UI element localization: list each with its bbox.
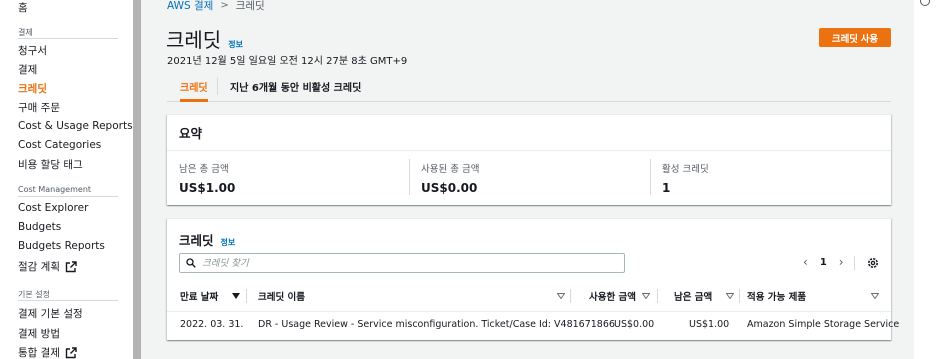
tab-credits[interactable]: 크레딧 xyxy=(180,72,208,102)
sidebar-section-preferences: 기본 설정 xyxy=(18,290,50,299)
sidebar-item-billing-preferences[interactable]: 결제 기본 설정 xyxy=(18,306,83,321)
summary-panel: 요약 남은 총 금액 US$1.00 사용된 총 금액 US$0.00 활성 크… xyxy=(167,114,891,205)
column-header-remaining[interactable]: 남은 금액 xyxy=(674,289,712,303)
sidebar-item-cost-categories[interactable]: Cost Categories xyxy=(18,139,101,151)
summary-value: US$0.00 xyxy=(421,181,478,195)
sidebar-item-bills[interactable]: 청구서 xyxy=(18,43,47,58)
sidebar-item-label: 절감 계획 xyxy=(18,261,60,273)
sidebar-item-budgets-reports[interactable]: Budgets Reports xyxy=(18,240,105,252)
column-header-expiration[interactable]: 만료 날짜 xyxy=(180,289,241,303)
sidebar-section-cost-management: Cost Management xyxy=(18,185,92,194)
sidebar-item-cost-explorer[interactable]: Cost Explorer xyxy=(18,202,88,214)
sort-icon[interactable] xyxy=(726,293,734,299)
column-header-used[interactable]: 사용한 금액 xyxy=(589,289,636,303)
page-header: 크레딧 정보 xyxy=(166,24,243,53)
info-link[interactable]: 정보 xyxy=(228,39,243,50)
chevron-left-icon[interactable]: ‹ xyxy=(803,255,808,269)
sort-icon[interactable] xyxy=(557,293,565,299)
sidebar-nav: 홈 결제 청구서 결제 크레딧 구매 주문 Cost & Usage Repor… xyxy=(0,0,133,359)
cell-expiration: 2022. 03. 31. xyxy=(180,319,244,330)
breadcrumb-current: 크레딧 xyxy=(235,0,265,12)
chevron-right-icon[interactable]: › xyxy=(839,255,844,269)
cell-remaining-amount: US$1.00 xyxy=(689,319,730,330)
gear-icon[interactable] xyxy=(866,256,880,270)
page-timestamp: 2021년 12월 5일 일요일 오전 12시 27분 8초 GMT+9 xyxy=(167,56,408,67)
sidebar-divider xyxy=(18,300,118,301)
summary-value: 1 xyxy=(662,181,671,195)
credits-table-title: 크레딧 xyxy=(179,233,214,248)
column-header-products[interactable]: 적용 가능 제품 xyxy=(747,289,806,303)
sidebar-divider xyxy=(18,38,118,39)
sidebar-item-budgets[interactable]: Budgets xyxy=(18,221,61,233)
sort-icon[interactable] xyxy=(642,293,650,299)
column-header-label: 만료 날짜 xyxy=(180,292,219,303)
external-link-icon xyxy=(65,346,77,358)
sidebar-item-label: 통합 결제 xyxy=(18,347,60,359)
sidebar-item-home[interactable]: 홈 xyxy=(18,0,28,15)
search-input[interactable] xyxy=(202,257,602,269)
cell-used-amount: US$0.00 xyxy=(614,319,655,330)
sidebar-item-cost-usage-reports[interactable]: Cost & Usage Reports xyxy=(18,120,133,132)
sort-icon[interactable] xyxy=(871,293,879,299)
tab-bar: 크레딧 지난 6개월 동안 비활성 크레딧 xyxy=(167,72,891,102)
sidebar-item-payment-methods[interactable]: 결제 방법 xyxy=(18,326,60,341)
breadcrumb-link-billing[interactable]: AWS 결제 xyxy=(167,0,213,13)
summary-value: US$1.00 xyxy=(179,181,236,195)
summary-label: 남은 총 금액 xyxy=(179,164,229,175)
redeem-credit-button[interactable]: 크레딧 사용 xyxy=(819,28,891,47)
column-divider xyxy=(246,289,247,303)
search-icon xyxy=(186,258,196,268)
sidebar-item-purchase-orders[interactable]: 구매 주문 xyxy=(18,100,60,115)
sidebar-divider xyxy=(18,196,118,197)
column-header-name[interactable]: 크레딧 이름 xyxy=(258,289,305,303)
info-icon[interactable] xyxy=(920,0,930,6)
summary-label: 사용된 총 금액 xyxy=(421,164,480,175)
sidebar-section-billing: 결제 xyxy=(18,28,33,37)
cell-credit-name: DR - Usage Review - Service misconfigura… xyxy=(258,319,615,330)
sidebar-item-credits[interactable]: 크레딧 xyxy=(18,81,47,96)
sidebar-scrollbar[interactable] xyxy=(133,0,141,359)
sort-descending-icon xyxy=(232,293,241,299)
page-number[interactable]: 1 xyxy=(820,257,827,268)
summary-divider xyxy=(650,159,651,195)
table-header-divider xyxy=(167,311,891,312)
summary-item-remaining: 남은 총 금액 US$1.00 xyxy=(179,161,235,195)
sidebar-item-savings-plans[interactable]: 절감 계획 xyxy=(18,259,77,274)
column-divider xyxy=(657,289,658,303)
summary-item-used: 사용된 총 금액 US$0.00 xyxy=(421,161,479,195)
credits-table-panel: 크레딧 정보 ‹ 1 › 만료 날짜 크레딧 이름 사용한 금액 남은 금액 xyxy=(167,218,899,340)
pagination: ‹ 1 › xyxy=(803,255,844,269)
page-title: 크레딧 xyxy=(166,28,222,52)
cell-applicable-products: Amazon Simple Storage Service xyxy=(747,319,900,330)
tab-divider xyxy=(217,78,218,95)
right-utility-panel xyxy=(914,0,940,359)
summary-label: 활성 크레딧 xyxy=(662,164,709,175)
column-divider xyxy=(739,289,740,303)
search-box xyxy=(179,253,625,273)
summary-item-active: 활성 크레딧 1 xyxy=(662,161,709,195)
sidebar-item-cost-allocation-tags[interactable]: 비용 할당 태그 xyxy=(18,157,83,172)
column-divider xyxy=(570,289,571,303)
breadcrumb: AWS 결제 > 크레딧 xyxy=(167,0,265,13)
info-link[interactable]: 정보 xyxy=(221,237,236,248)
credits-table-header: 크레딧 정보 xyxy=(179,230,235,249)
pagination-divider xyxy=(854,256,855,270)
sidebar-item-consolidated-billing[interactable]: 통합 결제 xyxy=(18,345,77,359)
chevron-right-icon: > xyxy=(220,0,229,11)
summary-divider xyxy=(409,159,410,195)
summary-title: 요약 xyxy=(167,115,891,151)
tab-inactive-credits[interactable]: 지난 6개월 동안 비활성 크레딧 xyxy=(230,72,361,101)
external-link-icon xyxy=(65,260,77,272)
sidebar-item-payments[interactable]: 결제 xyxy=(18,62,37,77)
